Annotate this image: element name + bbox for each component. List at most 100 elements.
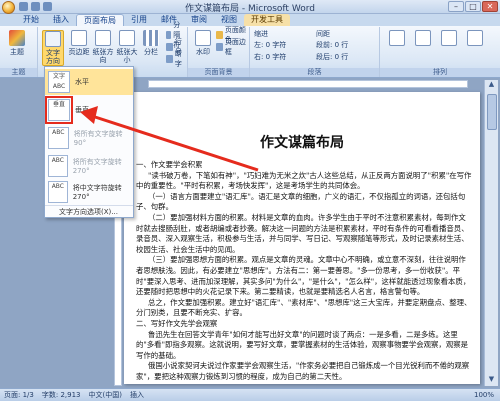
- size-label: 纸张大小: [116, 48, 138, 64]
- text-direction-button[interactable]: 文字方向: [42, 30, 64, 66]
- menu-item-label: 垂直: [75, 106, 89, 114]
- menu-item-rotate-cjk-270[interactable]: ABC 将中文字符旋转 270°: [45, 179, 133, 205]
- send-back-button[interactable]: [438, 30, 460, 48]
- page-color-icon: [216, 31, 223, 39]
- menu-item-label: 将所有文字旋转 270°: [72, 158, 122, 175]
- indent-left-field[interactable]: 左: 0 字符: [254, 40, 286, 50]
- scroll-thumb[interactable]: [487, 94, 497, 130]
- menu-item-vertical[interactable]: 垂直 垂直: [45, 96, 133, 124]
- margins-button[interactable]: 页边距: [68, 30, 90, 56]
- menu-item-label: 将所有文字旋转 90°: [73, 130, 123, 147]
- position-button[interactable]: [386, 30, 408, 48]
- orientation-label: 纸张方向: [92, 48, 114, 64]
- tab-page-layout[interactable]: 页面布局: [76, 14, 124, 26]
- document-page[interactable]: 作文谋篇布局 一、作文要学会积累 "读书破万卷，下笔如有神"，"巧妇难为无米之炊…: [124, 92, 480, 384]
- text-direction-label: 文字方向: [46, 49, 60, 65]
- tab-review[interactable]: 审阅: [184, 14, 214, 26]
- size-button[interactable]: 纸张大小: [116, 30, 138, 64]
- rotate-cjk-icon: ABC: [48, 181, 68, 203]
- zoom-level[interactable]: 100%: [474, 391, 494, 399]
- page-border-label: 页面边框: [224, 38, 246, 56]
- spacing-heading: 间距: [316, 29, 330, 39]
- tab-developer[interactable]: 开发工具: [244, 14, 290, 26]
- tab-home[interactable]: 开始: [16, 14, 46, 26]
- hyphenation-label: 断字: [174, 50, 182, 68]
- scroll-up-icon[interactable]: ▲: [485, 80, 498, 91]
- status-bar: 页面: 1/3 字数: 2,913 中文(中国) 插入 100%: [0, 388, 500, 401]
- theme-button[interactable]: 主题: [6, 30, 28, 56]
- paragraph: （二）要加强材料方面的积累。材料是文章的血肉。许多学生由于平时不注意积累素材，每…: [136, 212, 469, 254]
- text-direction-menu: 文字 ABC 水平 垂直 垂直 ABC 将所有文字旋转 90° ABC 将所有文…: [44, 66, 134, 218]
- position-icon: [389, 30, 405, 46]
- bring-front-button[interactable]: [412, 30, 434, 48]
- paragraph: 二、写好作文先学会观察: [136, 318, 218, 328]
- indent-right-value: 右: 0 字符: [254, 53, 287, 61]
- spacing-label: 间距: [316, 30, 330, 38]
- watermark-button[interactable]: 水印: [192, 30, 214, 56]
- minimize-button[interactable]: –: [448, 1, 464, 12]
- document-body[interactable]: 一、作文要学会积累 "读书破万卷，下笔如有神"，"巧妇难为无米之炊"古人这些总结…: [136, 160, 472, 382]
- tab-references[interactable]: 引用: [124, 14, 154, 26]
- document-title: 作文谋篇布局: [260, 135, 344, 151]
- indent-label: 缩进: [254, 30, 268, 38]
- group-label-arrange: 排列: [380, 68, 500, 77]
- paragraph: （三）要加强思想方面的积累。观点是文章的灵魂。文章中心不明确，或立意不深刻，往往…: [136, 255, 471, 297]
- page-border-button[interactable]: 页面边框: [216, 38, 249, 56]
- indent-left-value: 左: 0 字符: [254, 41, 287, 49]
- maximize-button[interactable]: □: [465, 1, 481, 12]
- page-border-icon: [216, 43, 223, 51]
- breaks-icon: [166, 31, 172, 39]
- paragraph: 鲁迅先生在回答文学青年"如何才能写出好文章"的问题时谈了两点：一是多看，二是多练…: [136, 329, 468, 360]
- text-wrap-button[interactable]: [464, 30, 486, 48]
- horizontal-ruler[interactable]: [148, 80, 468, 88]
- vertical-icon: 垂直: [45, 96, 73, 124]
- menu-item-horizontal[interactable]: 文字 ABC 水平: [45, 69, 133, 95]
- paragraph: 俄国小说家契诃夫说过作家要学会观察生活，"作家务必要把自己锻炼成一个目光锐利而不…: [136, 361, 470, 381]
- indent-right-field[interactable]: 右: 0 字符: [254, 52, 286, 62]
- page-count[interactable]: 页面: 1/3: [4, 390, 34, 400]
- language-indicator[interactable]: 中文(中国): [88, 390, 121, 400]
- orientation-button[interactable]: 纸张方向: [92, 30, 114, 64]
- paragraph: "读书破万卷，下笔如有神"，"巧妇难为无米之炊"古人这些总结，从正反两方面说明了…: [136, 170, 472, 191]
- group-label-page-background: 页面背景: [188, 68, 249, 77]
- spacing-after-field[interactable]: 段后: 0 行: [316, 52, 348, 62]
- paragraph: 总之，作文要加强积累。建立好"语汇库"、"素材库"、"思想库"这三大宝库，并要定…: [136, 297, 472, 318]
- window-controls: – □ ✕: [448, 1, 498, 12]
- hyphenation-button[interactable]: 断字: [166, 50, 187, 68]
- indent-heading: 缩进: [254, 29, 268, 39]
- window-title: 作文谋篇布局 - Microsoft Word: [185, 4, 315, 14]
- theme-group: 主题 主题: [0, 27, 38, 77]
- orientation-icon: [95, 30, 111, 46]
- text-wrap-icon: [467, 30, 483, 46]
- rotate-90-icon: ABC: [48, 127, 69, 149]
- horizontal-icon: 文字 ABC: [48, 71, 70, 93]
- watermark-icon: [195, 30, 211, 46]
- spacing-before-value: 段前: 0 行: [316, 41, 349, 49]
- arrange-group: 排列: [380, 27, 500, 77]
- close-button[interactable]: ✕: [482, 1, 498, 12]
- spacing-before-field[interactable]: 段前: 0 行: [316, 40, 348, 50]
- menu-item-label: 将中文字符旋转 270°: [72, 184, 122, 201]
- group-label-paragraph: 段落: [250, 68, 379, 77]
- menu-item-rotate-90[interactable]: ABC 将所有文字旋转 90°: [45, 125, 133, 151]
- page-background-group: 水印 页面颜色 页面边框 页面背景: [188, 26, 250, 77]
- title-bar: 作文谋篇布局 - Microsoft Word – □ ✕: [0, 0, 500, 14]
- send-back-icon: [441, 30, 457, 46]
- text-direction-icon: [45, 31, 61, 47]
- text-direction-options-link[interactable]: 文字方向选项(X)...: [45, 205, 133, 217]
- columns-button[interactable]: 分栏: [140, 30, 162, 56]
- word-count[interactable]: 字数: 2,913: [42, 390, 81, 400]
- menu-item-rotate-270[interactable]: ABC 将所有文字旋转 270°: [45, 153, 133, 179]
- size-icon: [119, 30, 135, 46]
- tab-insert[interactable]: 插入: [46, 14, 76, 26]
- paragraph: （一）语言方面要建立"语汇库"。语汇是文章的细胞，广义的语汇，不仅指孤立的词语，…: [136, 191, 466, 212]
- ribbon-tab-bar: 开始 插入 页面布局 引用 邮件 审阅 视图 开发工具: [0, 14, 500, 26]
- scroll-down-icon[interactable]: ▼: [485, 375, 498, 386]
- group-label-theme: 主题: [0, 68, 37, 77]
- spacing-after-value: 段后: 0 行: [316, 53, 349, 61]
- insert-mode[interactable]: 插入: [130, 390, 144, 400]
- margins-icon: [71, 30, 87, 46]
- rotate-270-icon: ABC: [48, 155, 68, 177]
- vertical-scrollbar[interactable]: ▲ ▼: [484, 80, 498, 386]
- bring-front-icon: [415, 30, 431, 46]
